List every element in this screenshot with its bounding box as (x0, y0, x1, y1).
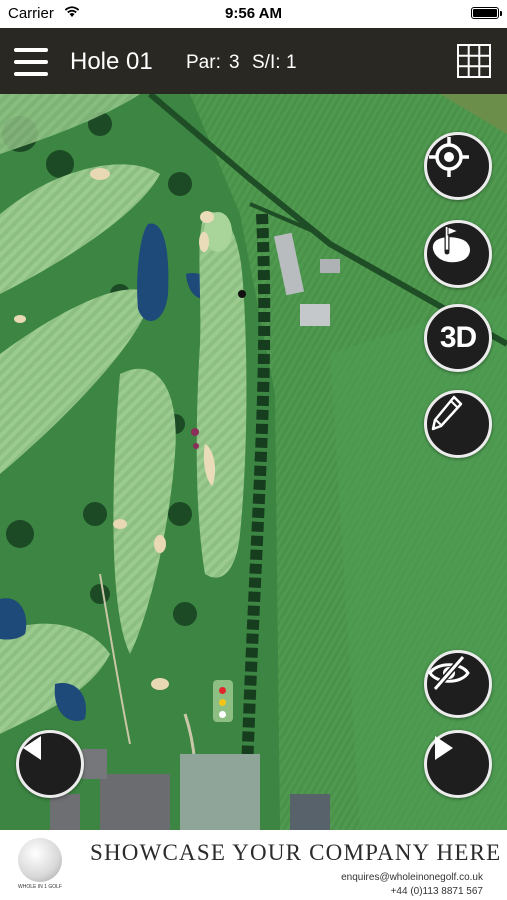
tee-marker-yellow (219, 699, 226, 706)
hide-icon (428, 655, 470, 691)
hide-overlay-button[interactable] (424, 650, 492, 718)
next-arrow-icon (435, 736, 453, 760)
status-bar: Carrier 9:56 AM (0, 0, 507, 28)
draw-button[interactable] (424, 390, 492, 458)
green-flag-icon (432, 226, 470, 263)
tee-marker-white (219, 711, 226, 718)
3d-view-button[interactable]: 3D (424, 304, 492, 372)
ad-phone: +44 (0)113 8871 567 (390, 886, 483, 897)
locate-button[interactable] (424, 132, 492, 200)
golf-ball-icon (18, 838, 62, 882)
tee-marker-red (219, 687, 226, 694)
ad-email: enquires@wholeinonegolf.co.uk (341, 872, 483, 883)
previous-hole-button[interactable] (16, 730, 84, 798)
course-map[interactable]: 3D (0, 94, 507, 830)
aerial-course-image (0, 94, 507, 830)
locate-icon (429, 137, 469, 177)
company-logo: WHOLE IN 1 GOLF (16, 838, 64, 894)
hole-title: Hole 01 (70, 48, 153, 75)
par-value: 3 (229, 52, 240, 73)
clock: 9:56 AM (225, 5, 282, 22)
menu-button[interactable] (14, 45, 48, 79)
stroke-index-value: 1 (286, 52, 297, 73)
hole-header: Hole 01 Par: 3 S/I: 1 (0, 28, 507, 94)
par-label: Par: (186, 52, 221, 73)
ad-headline: SHOWCASE YOUR COMPANY HERE (90, 840, 502, 865)
battery-icon (471, 7, 502, 19)
stroke-index-label: S/I: (252, 52, 281, 73)
previous-arrow-icon (23, 736, 41, 760)
scorecard-grid-button[interactable] (457, 44, 491, 78)
logo-text: WHOLE IN 1 GOLF (18, 884, 62, 890)
advertisement-banner[interactable]: WHOLE IN 1 GOLF SHOWCASE YOUR COMPANY HE… (0, 830, 507, 900)
green-view-button[interactable] (424, 220, 492, 288)
3d-icon: 3D (439, 321, 477, 354)
next-hole-button[interactable] (424, 730, 492, 798)
pencil-icon (431, 395, 463, 431)
